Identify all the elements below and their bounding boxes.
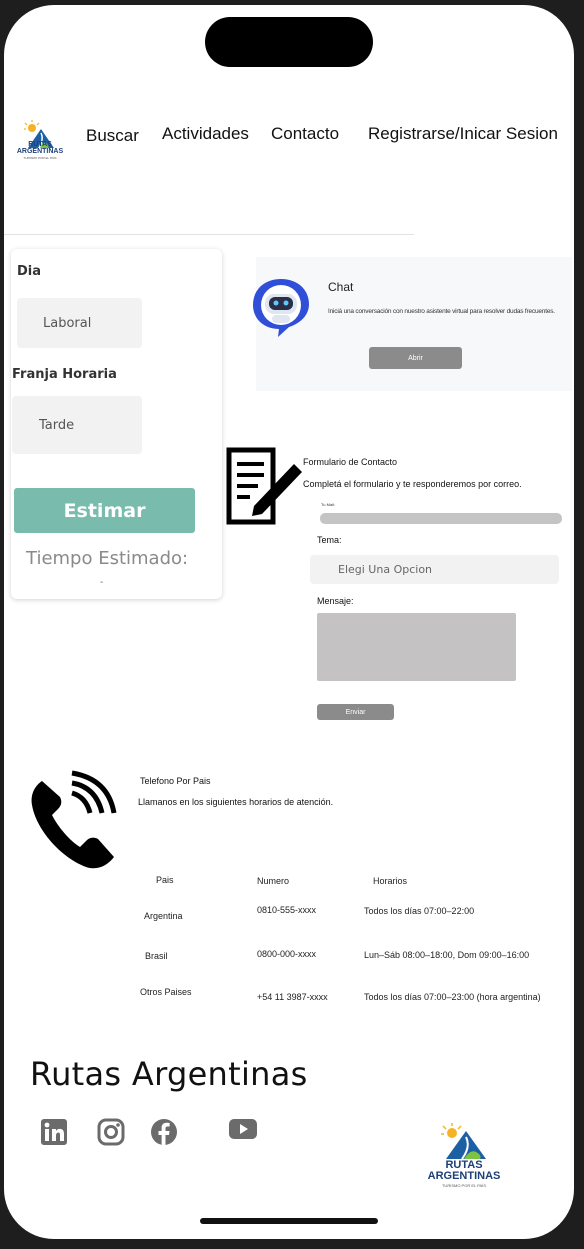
facebook-icon[interactable]: [150, 1118, 178, 1146]
estimar-button[interactable]: Estimar: [14, 488, 195, 533]
logo-text: RUTAS: [28, 141, 52, 148]
chat-panel: Chat Iniciá una conversación con nuestro…: [253, 257, 572, 391]
mail-label: Tu Mail:: [321, 502, 336, 507]
logo-text: ARGENTINAS: [16, 148, 64, 155]
nav-registrarse[interactable]: Registrarse/Inicar Sesion: [368, 124, 558, 144]
logo-tagline: TURISMO POR EL PAÍS: [23, 156, 57, 160]
chat-title: Chat: [328, 280, 354, 294]
tema-select[interactable]: Elegi Una Opcion: [310, 555, 559, 584]
linkedin-icon[interactable]: [41, 1119, 67, 1145]
col-header-numero: Numero: [257, 876, 290, 886]
mail-input[interactable]: [320, 513, 562, 524]
dia-label: Dia: [17, 264, 42, 279]
row-numero[interactable]: +54 11 3987-xxxx: [257, 992, 328, 1002]
tema-label: Tema:: [317, 535, 342, 545]
dia-select[interactable]: Laboral: [17, 298, 142, 348]
franja-label: Franja Horaria: [12, 367, 117, 382]
row-pais: Brasil: [145, 951, 168, 961]
mensaje-textarea[interactable]: [317, 613, 516, 681]
chat-description: Iniciá una conversación con nuestro asis…: [328, 308, 555, 315]
dynamic-island: [205, 17, 373, 67]
abrir-button[interactable]: Abrir: [369, 347, 462, 369]
col-header-horarios: Horarios: [373, 876, 408, 886]
home-indicator[interactable]: [200, 1218, 378, 1224]
instagram-icon[interactable]: [97, 1118, 125, 1146]
mensaje-label: Mensaje:: [317, 596, 354, 606]
mountain-logo-icon: [441, 1123, 486, 1159]
col-header-pais: Pais: [156, 875, 174, 885]
nav-contacto[interactable]: Contacto: [271, 124, 339, 144]
nav-actividades[interactable]: Actividades: [162, 124, 249, 144]
youtube-icon[interactable]: [229, 1119, 257, 1139]
tema-placeholder: Elegi Una Opcion: [338, 563, 433, 576]
form-pencil-icon: [226, 447, 302, 525]
nav-buscar[interactable]: Buscar: [86, 126, 139, 146]
row-horario: Todos los días 07:00–23:00 (hora argenti…: [364, 992, 541, 1002]
header-logo[interactable]: RUTAS ARGENTINAS TURISMO POR EL PAÍS: [14, 119, 66, 165]
header-divider: [4, 234, 414, 235]
phone-call-icon: [31, 770, 117, 869]
footer-brand: Rutas Argentinas: [30, 1055, 308, 1093]
robot-chat-icon: [253, 279, 309, 337]
footer-logo: RUTAS ARGENTINAS TURISMO POR EL PAÍS: [422, 1123, 506, 1193]
phones-title: Telefono Por Pais: [140, 776, 211, 786]
logo-text: ARGENTINAS: [427, 1170, 501, 1182]
row-pais: Otros Paises: [140, 987, 192, 997]
phones-subtitle: Llamanos en los siguientes horarios de a…: [138, 797, 334, 807]
dia-value: Laboral: [43, 315, 92, 331]
tiempo-estimado-label: Tiempo Estimado:: [26, 548, 189, 569]
enviar-button[interactable]: Enviar: [317, 704, 394, 720]
tiempo-estimado-value: -: [100, 577, 104, 588]
estimator-card: Dia Laboral Franja Horaria Tarde: [11, 249, 222, 599]
form-subtitle: Completá el formulario y te responderemo…: [303, 479, 522, 489]
form-title: Formulario de Contacto: [303, 457, 398, 467]
row-numero[interactable]: 0810-555-xxxx: [257, 905, 316, 915]
phone-screen: RUTAS ARGENTINAS TURISMO POR EL PAÍS Bus…: [4, 5, 574, 1239]
row-numero[interactable]: 0800-000-xxxx: [257, 949, 316, 959]
row-pais: Argentina: [144, 911, 183, 921]
row-horario: Todos los días 07:00–22:00: [364, 906, 475, 916]
row-horario: Lun–Sáb 08:00–18:00, Dom 09:00–16:00: [364, 950, 530, 960]
logo-tagline: TURISMO POR EL PAÍS: [441, 1183, 486, 1188]
franja-select[interactable]: Tarde: [12, 396, 142, 454]
franja-value: Tarde: [39, 417, 75, 433]
